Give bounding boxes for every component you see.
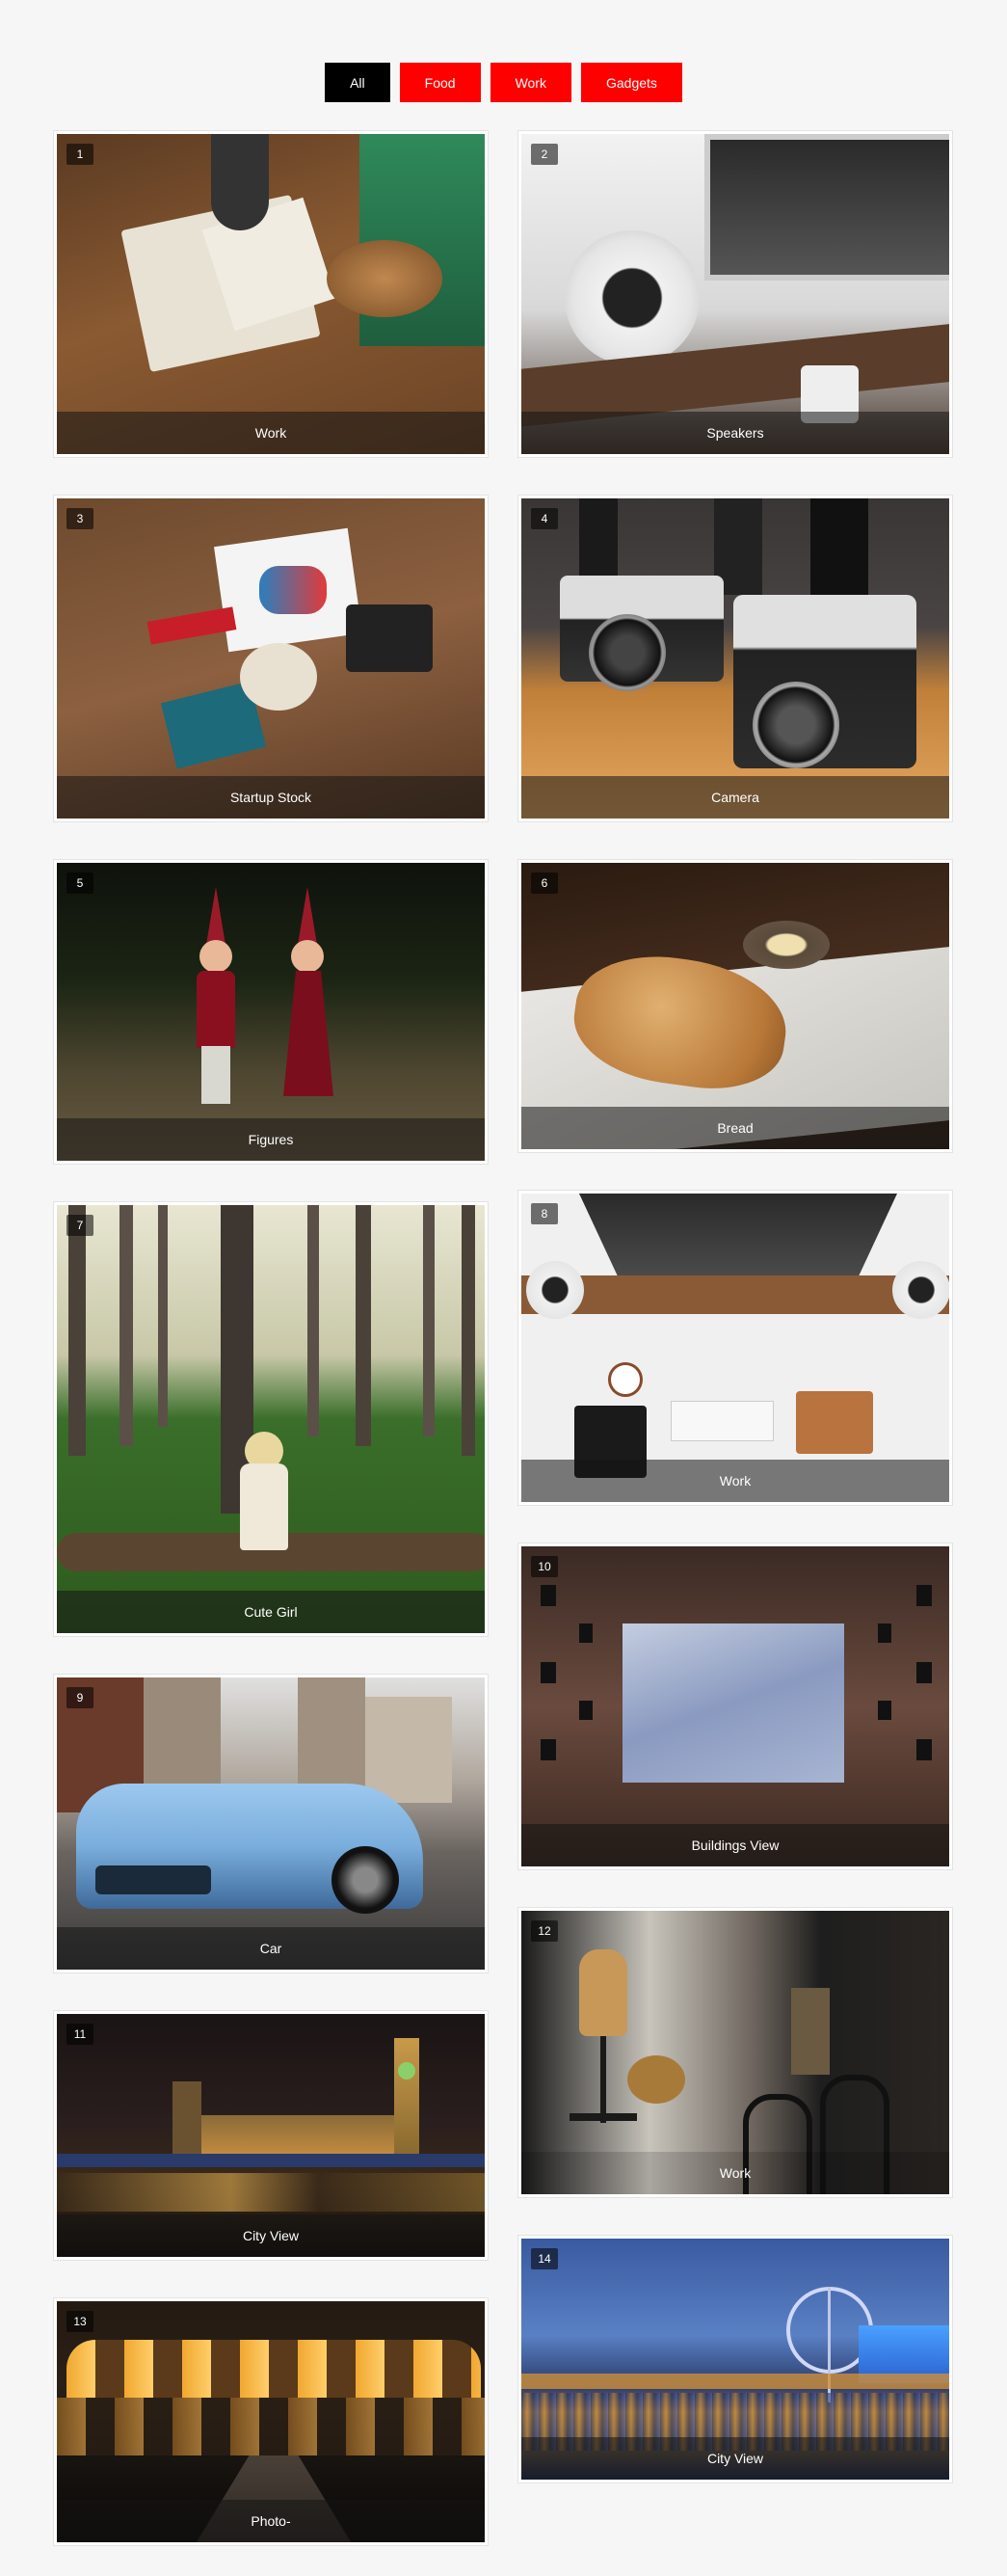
speakers-image: 2 Speakers bbox=[521, 134, 949, 454]
item-caption: Startup Stock bbox=[57, 776, 485, 818]
item-caption: Buildings View bbox=[521, 1824, 949, 1866]
gallery-item[interactable]: 13 Photo- bbox=[53, 2297, 489, 2546]
gallery-item[interactable]: 3 Startup Stock bbox=[53, 495, 489, 822]
startup-stock-image: 3 Startup Stock bbox=[57, 498, 485, 818]
item-number-badge: 8 bbox=[531, 1203, 558, 1224]
mannequin-room-image: 12 Work bbox=[521, 1911, 949, 2194]
gallery-item[interactable]: 1 Work bbox=[53, 130, 489, 458]
item-number-badge: 4 bbox=[531, 508, 558, 529]
camera-image: 4 Camera bbox=[521, 498, 949, 818]
buildings-view-image: 10 Buildings View bbox=[521, 1546, 949, 1866]
figures-image: 5 Figures bbox=[57, 863, 485, 1161]
item-caption: Bread bbox=[521, 1107, 949, 1149]
car-image: 9 Car bbox=[57, 1677, 485, 1970]
item-caption: Camera bbox=[521, 776, 949, 818]
arches-photo-image: 13 Photo- bbox=[57, 2301, 485, 2542]
filter-bar: All Food Work Gadgets bbox=[0, 63, 1007, 102]
work-desk-image: 1 Work bbox=[57, 134, 485, 454]
gallery-item[interactable]: 8 Work bbox=[517, 1190, 953, 1506]
item-caption: City View bbox=[57, 2214, 485, 2257]
gallery-item[interactable]: 5 Figures bbox=[53, 859, 489, 1165]
item-caption: Figures bbox=[57, 1118, 485, 1161]
item-caption: Work bbox=[521, 1460, 949, 1502]
gallery-item[interactable]: 12 Work bbox=[517, 1907, 953, 2198]
filter-all-button[interactable]: All bbox=[325, 63, 390, 102]
item-number-badge: 6 bbox=[531, 872, 558, 894]
gallery-item[interactable]: 2 Speakers bbox=[517, 130, 953, 458]
item-number-badge: 11 bbox=[66, 2024, 93, 2045]
item-caption: Car bbox=[57, 1927, 485, 1970]
item-number-badge: 7 bbox=[66, 1215, 93, 1236]
item-caption: City View bbox=[521, 2437, 949, 2480]
filter-gadgets-button[interactable]: Gadgets bbox=[580, 63, 682, 102]
item-number-badge: 9 bbox=[66, 1687, 93, 1708]
item-number-badge: 10 bbox=[531, 1556, 558, 1577]
gallery-item[interactable]: 4 Camera bbox=[517, 495, 953, 822]
item-number-badge: 13 bbox=[66, 2311, 93, 2332]
cute-girl-image: 7 Cute Girl bbox=[57, 1205, 485, 1633]
item-caption: Work bbox=[57, 412, 485, 454]
london-eye-image: 14 City View bbox=[521, 2239, 949, 2480]
item-number-badge: 1 bbox=[66, 144, 93, 165]
item-number-badge: 5 bbox=[66, 872, 93, 894]
gallery-item[interactable]: 14 City View bbox=[517, 2235, 953, 2483]
item-caption: Photo- bbox=[57, 2500, 485, 2542]
filter-food-button[interactable]: Food bbox=[399, 63, 481, 102]
item-caption: Cute Girl bbox=[57, 1591, 485, 1633]
gallery-item[interactable]: 9 Car bbox=[53, 1674, 489, 1973]
item-number-badge: 14 bbox=[531, 2248, 558, 2269]
bread-image: 6 Bread bbox=[521, 863, 949, 1149]
workspace-image: 8 Work bbox=[521, 1194, 949, 1502]
item-number-badge: 2 bbox=[531, 144, 558, 165]
gallery-item[interactable]: 11 City View bbox=[53, 2010, 489, 2261]
filter-work-button[interactable]: Work bbox=[490, 63, 571, 102]
gallery-item[interactable]: 7 Cute Girl bbox=[53, 1201, 489, 1637]
item-number-badge: 12 bbox=[531, 1920, 558, 1942]
item-number-badge: 3 bbox=[66, 508, 93, 529]
city-view-image: 11 City View bbox=[57, 2014, 485, 2257]
item-caption: Work bbox=[521, 2152, 949, 2194]
item-caption: Speakers bbox=[521, 412, 949, 454]
gallery-item[interactable]: 6 Bread bbox=[517, 859, 953, 1153]
gallery-item[interactable]: 10 Buildings View bbox=[517, 1543, 953, 1870]
